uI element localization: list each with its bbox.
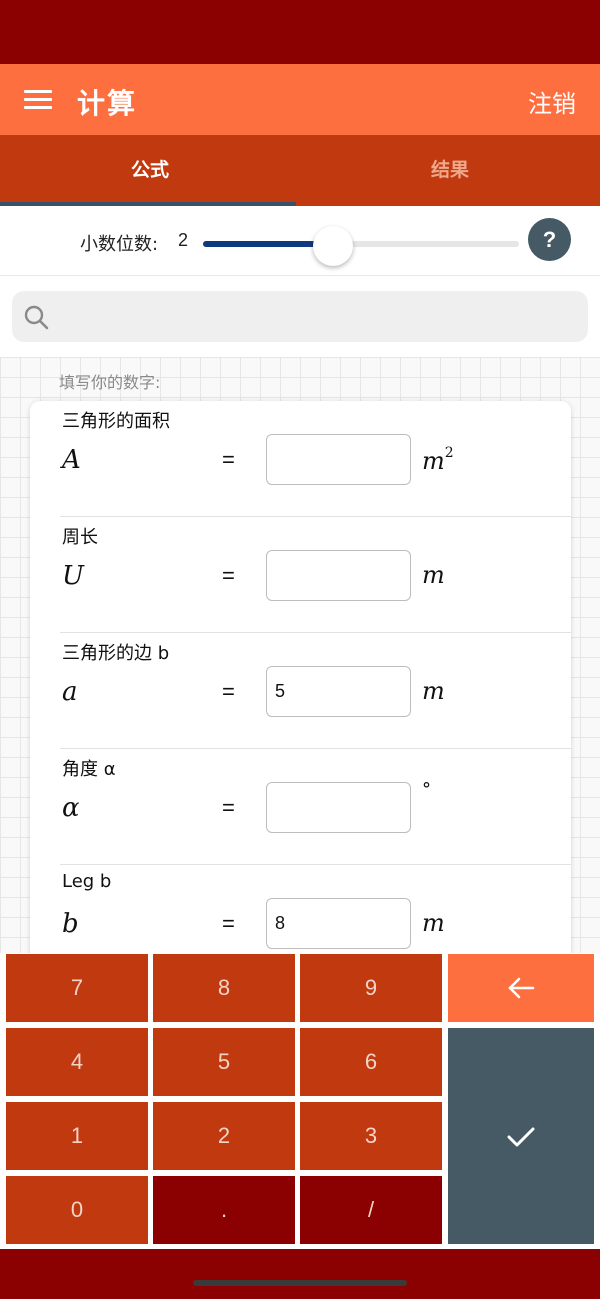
- help-button[interactable]: ?: [528, 218, 571, 261]
- decimals-slider[interactable]: [203, 241, 519, 247]
- tab-formula[interactable]: 公式: [0, 135, 300, 206]
- keypad: 7 8 9 4 5 6 1 2 3 0 . /: [0, 953, 600, 1249]
- perimeter-input[interactable]: [266, 550, 411, 601]
- field-symbol: a: [62, 677, 78, 707]
- status-bar: [0, 0, 600, 64]
- search-icon: [24, 305, 49, 330]
- field-unit: °: [422, 779, 431, 800]
- field-title: 角度 α: [62, 759, 116, 780]
- unit-exponent: 2: [444, 445, 454, 461]
- tab-result[interactable]: 结果: [300, 135, 600, 206]
- key-7[interactable]: 7: [6, 954, 148, 1022]
- field-area: 三角形的面积 A = m2: [60, 401, 571, 517]
- field-perimeter: 周长 U = m: [60, 517, 571, 633]
- arrow-left-icon: [508, 977, 535, 999]
- key-9[interactable]: 9: [300, 954, 442, 1022]
- field-angle: 角度 α α = °: [60, 749, 571, 865]
- search-bar: [0, 277, 600, 357]
- search-input[interactable]: [60, 299, 580, 334]
- field-symbol: b: [62, 909, 79, 939]
- field-unit: m2: [422, 445, 454, 475]
- equals-sign: =: [222, 563, 235, 588]
- equals-sign: =: [222, 447, 235, 472]
- field-symbol: α: [62, 793, 80, 823]
- key-6[interactable]: 6: [300, 1028, 442, 1096]
- field-unit: m: [422, 677, 445, 705]
- field-leg-b: Leg b b = m: [60, 865, 571, 953]
- area-input[interactable]: [266, 434, 411, 485]
- equals-sign: =: [222, 795, 235, 820]
- field-unit: m: [422, 909, 445, 937]
- key-0[interactable]: 0: [6, 1176, 148, 1244]
- slider-thumb[interactable]: [313, 226, 353, 266]
- decimals-label: 小数位数:: [80, 234, 159, 255]
- tab-bar: 公式 结果: [0, 135, 600, 206]
- field-symbol: U: [62, 561, 84, 591]
- key-divide[interactable]: /: [300, 1176, 442, 1244]
- home-indicator[interactable]: [193, 1280, 407, 1286]
- key-4[interactable]: 4: [6, 1028, 148, 1096]
- logout-button[interactable]: 注销: [528, 84, 576, 119]
- bottom-bar: [0, 1249, 600, 1299]
- side-input[interactable]: [266, 666, 411, 717]
- unit-base: m: [422, 447, 445, 475]
- search-box[interactable]: [12, 291, 588, 342]
- key-1[interactable]: 1: [6, 1102, 148, 1170]
- key-2[interactable]: 2: [153, 1102, 295, 1170]
- confirm-button[interactable]: [448, 1028, 594, 1244]
- decimals-value: 2: [178, 230, 189, 250]
- field-title: Leg b: [62, 871, 112, 892]
- field-title: 三角形的面积: [62, 411, 170, 432]
- check-icon: [507, 1127, 535, 1147]
- form-card: 三角形的面积 A = m2 周长 U = m 三角形的边 b a = m 角度 …: [30, 401, 571, 953]
- angle-input[interactable]: [266, 782, 411, 833]
- form-area: 填写你的数字: 三角形的面积 A = m2 周长 U = m 三角形的边 b a…: [0, 357, 600, 953]
- menu-icon[interactable]: [24, 88, 52, 110]
- leg-input[interactable]: [266, 898, 411, 949]
- decimals-row: 小数位数: 2 ?: [0, 206, 600, 276]
- field-side-b: 三角形的边 b a = m: [60, 633, 571, 749]
- page-title: 计算: [77, 87, 138, 120]
- field-symbol: A: [62, 445, 81, 475]
- backspace-button[interactable]: [448, 954, 594, 1022]
- key-5[interactable]: 5: [153, 1028, 295, 1096]
- form-prompt: 填写你的数字:: [59, 373, 161, 392]
- app-bar: 计算 注销: [0, 64, 600, 135]
- equals-sign: =: [222, 911, 235, 936]
- field-unit: m: [422, 561, 445, 589]
- key-3[interactable]: 3: [300, 1102, 442, 1170]
- key-decimal[interactable]: .: [153, 1176, 295, 1244]
- field-title: 周长: [62, 527, 98, 548]
- field-title: 三角形的边 b: [62, 643, 170, 664]
- key-8[interactable]: 8: [153, 954, 295, 1022]
- equals-sign: =: [222, 679, 235, 704]
